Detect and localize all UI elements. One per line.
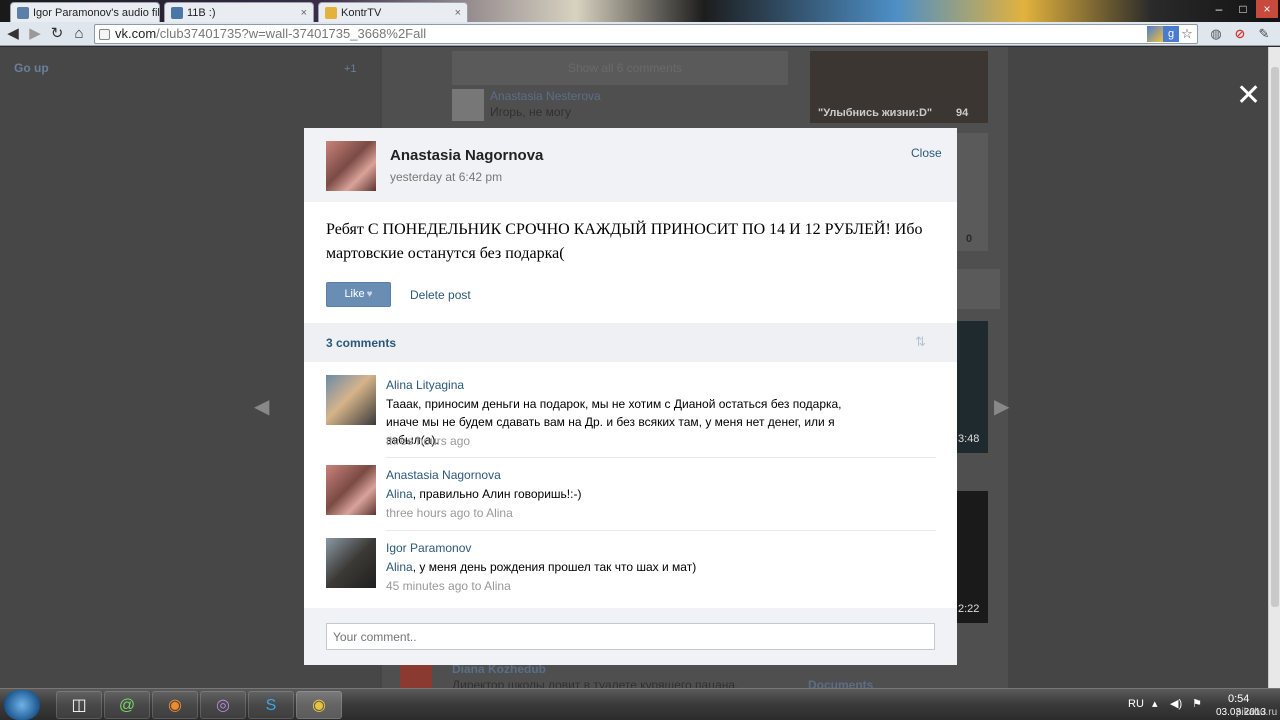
delete-post-link[interactable]: Delete post xyxy=(410,288,471,302)
avatar xyxy=(452,89,484,121)
tab-kontrtv[interactable]: KontrTV × xyxy=(318,2,468,22)
maximize-button[interactable]: □ xyxy=(1232,0,1254,18)
commenter-avatar[interactable] xyxy=(326,375,376,425)
tab-close-icon[interactable]: × xyxy=(451,7,461,19)
torrent-icon[interactable]: ◎ xyxy=(200,691,246,719)
translate-icon[interactable]: g xyxy=(1163,26,1179,42)
comments-count: 3 comments xyxy=(326,336,397,350)
mention-link[interactable]: Alina xyxy=(386,560,413,574)
tab-audio-file[interactable]: Igor Paramonov's audio file × xyxy=(10,2,160,22)
album-photo-count-2: 0 xyxy=(966,233,973,245)
previous-post-icon[interactable]: ◀ xyxy=(254,394,269,419)
start-button[interactable] xyxy=(4,690,40,720)
like-button[interactable]: Like ♥ xyxy=(326,282,391,307)
extension-icon[interactable] xyxy=(1147,26,1163,42)
go-up-link[interactable]: Go up xyxy=(14,61,49,75)
documents-heading[interactable]: Documents xyxy=(808,678,873,688)
language-indicator[interactable]: RU xyxy=(1128,698,1144,710)
post-text: Ребят С ПОНЕДЕЛЬНИК СРОЧНО КАЖДЫЙ ПРИНОС… xyxy=(326,221,923,262)
play-icon xyxy=(17,6,29,19)
commenter-name[interactable]: Igor Paramonov xyxy=(386,541,471,555)
tab-vk-group[interactable]: 11В :) × xyxy=(164,2,314,22)
comment-time[interactable]: three hours ago to Alina xyxy=(386,506,513,520)
tab-label: Igor Paramonov's audio file xyxy=(33,6,160,19)
commenter-name[interactable]: Alina Lityagina xyxy=(386,378,464,392)
album-cover[interactable]: "Улыбнись жизни:D" 94 xyxy=(810,51,988,123)
sort-order-icon[interactable]: ⇅ xyxy=(915,334,926,350)
url-host: vk.com xyxy=(115,26,157,41)
tab-label: 11В :) xyxy=(187,6,216,19)
volume-icon[interactable]: ◀) xyxy=(1170,697,1182,710)
network-flag-icon[interactable]: ⚑ xyxy=(1192,697,1202,710)
video-duration: 3:48 xyxy=(958,433,980,445)
browser-tab-bar: Igor Paramonov's audio file × 11В :) × K… xyxy=(0,0,1280,22)
album-photo-count: 94 xyxy=(956,107,969,119)
post-time[interactable]: yesterday at 6:42 pm xyxy=(390,170,502,184)
clock-time[interactable]: 0:54 xyxy=(1228,693,1249,705)
heart-icon: ♥ xyxy=(366,289,373,300)
back-icon[interactable]: ◀ xyxy=(4,25,22,43)
watermark: pikabu.ru xyxy=(1236,707,1278,718)
settings-wrench-icon[interactable]: ✎ xyxy=(1256,26,1272,42)
bg-post-text: Директор школы ловит в туалете курящего … xyxy=(452,678,739,688)
comment-text: Alina, у меня день рождения прошел так ч… xyxy=(386,558,856,576)
globe-icon[interactable]: ◍ xyxy=(1208,26,1224,42)
show-all-comments-link[interactable]: Show all 6 comments xyxy=(568,61,682,75)
video-duration-2: 2:22 xyxy=(958,603,980,615)
tray-up-icon[interactable]: ▴ xyxy=(1152,697,1158,710)
bg-commenter-name: Anastasia Nesterova xyxy=(490,89,601,103)
comment-time[interactable]: three hours ago xyxy=(386,434,470,448)
comment-divider xyxy=(386,457,936,458)
comments-header: 3 comments ⇅ xyxy=(304,323,957,362)
bg-comment-text: Игорь, не могу xyxy=(490,105,571,119)
skype-icon[interactable]: S xyxy=(248,691,294,719)
explorer-icon[interactable]: ◫ xyxy=(56,691,102,719)
reload-icon[interactable]: ↻ xyxy=(48,25,66,43)
window-close-button[interactable]: × xyxy=(1256,0,1278,18)
tab-close-icon[interactable]: × xyxy=(297,7,307,19)
page-icon xyxy=(99,29,110,40)
adblock-icon[interactable]: ⊘ xyxy=(1232,26,1248,42)
show-all-comments-bar[interactable]: Show all 6 comments xyxy=(452,51,788,85)
bookmark-star-icon[interactable]: ☆ xyxy=(1179,26,1195,42)
comment-time[interactable]: 45 minutes ago to Alina xyxy=(386,579,511,593)
mention-link[interactable]: Alina xyxy=(386,487,413,501)
comment-divider xyxy=(386,530,936,531)
author-name[interactable]: Anastasia Nagornova xyxy=(390,147,543,164)
avatar xyxy=(400,663,432,688)
icq-icon[interactable]: @ xyxy=(104,691,150,719)
kontrtv-icon xyxy=(325,6,337,19)
comment-input[interactable] xyxy=(326,623,935,650)
author-avatar[interactable] xyxy=(326,141,376,191)
post-modal: Anastasia Nagornova yesterday at 6:42 pm… xyxy=(304,128,957,665)
modal-close-link[interactable]: Close xyxy=(911,146,942,160)
modal-header: Anastasia Nagornova yesterday at 6:42 pm… xyxy=(304,128,957,202)
next-post-icon[interactable]: ▶ xyxy=(994,394,1009,419)
commenter-avatar[interactable] xyxy=(326,538,376,588)
url-path: /club37401735?w=wall-37401735_3668%2Fall xyxy=(156,26,427,41)
scroll-thumb[interactable] xyxy=(1271,67,1279,607)
forward-icon[interactable]: ▶ xyxy=(26,25,44,43)
commenter-name[interactable]: Anastasia Nagornova xyxy=(386,468,501,482)
comment-text: Alina, правильно Алин говоришь!:-) xyxy=(386,485,856,503)
comment-body: , правильно Алин говоришь!:-) xyxy=(412,487,582,501)
like-label: Like xyxy=(344,288,365,300)
windows-taskbar: ◫ @ ◉ ◎ S ◉ RU ▴ ◀) ⚑ 0:54 03.03.2013 pi… xyxy=(0,688,1280,720)
page-scrollbar[interactable] xyxy=(1268,47,1280,688)
overlay-close-icon[interactable]: ✕ xyxy=(1236,81,1261,111)
home-icon[interactable]: ⌂ xyxy=(70,25,88,43)
album-title: "Улыбнись жизни:D" xyxy=(818,107,933,119)
chrome-icon[interactable]: ◉ xyxy=(296,691,342,719)
vk-icon xyxy=(171,6,183,19)
reply-area xyxy=(304,608,957,665)
firefox-icon[interactable]: ◉ xyxy=(152,691,198,719)
comment-body: , у меня день рождения прошел так что ша… xyxy=(412,560,697,574)
minimize-button[interactable]: – xyxy=(1208,0,1230,18)
commenter-avatar[interactable] xyxy=(326,465,376,515)
go-up-count: +1 xyxy=(344,63,357,75)
browser-toolbar: ◀ ▶ ↻ ⌂ vk.com/club37401735?w=wall-37401… xyxy=(0,22,1280,46)
address-bar[interactable]: vk.com/club37401735?w=wall-37401735_3668… xyxy=(94,24,1198,44)
tab-label: KontrTV xyxy=(341,6,382,19)
